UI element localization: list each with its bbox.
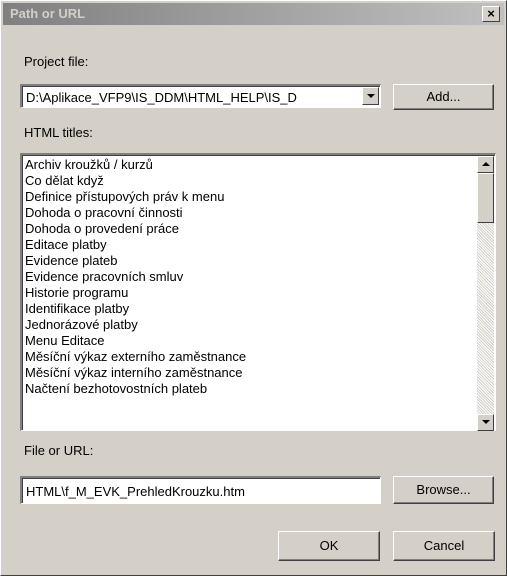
list-item[interactable]: Menu Editace xyxy=(24,333,344,349)
ok-button[interactable]: OK xyxy=(278,531,380,561)
project-file-value: D:\Aplikace_VFP9\IS_DDM\HTML_HELP\IS_D xyxy=(26,90,297,105)
list-item[interactable]: Měsíční výkaz externího zaměstnance xyxy=(24,349,344,365)
path-or-url-dialog: Path or URL × Project file: D:\Aplikace_… xyxy=(0,0,507,576)
list-item[interactable]: Editace platby xyxy=(24,237,344,253)
file-or-url-input[interactable]: HTML\f_M_EVK_PrehledKrouzku.htm xyxy=(20,476,381,504)
project-file-combobox[interactable]: D:\Aplikace_VFP9\IS_DDM\HTML_HELP\IS_D xyxy=(20,84,381,108)
file-or-url-value: HTML\f_M_EVK_PrehledKrouzku.htm xyxy=(26,484,245,499)
html-titles-items: Archiv kroužků / kurzů Co dělat když Defin… xyxy=(24,157,344,397)
add-button[interactable]: Add... xyxy=(393,84,494,110)
scroll-down-button[interactable] xyxy=(477,414,494,431)
chevron-down-icon xyxy=(482,420,490,424)
list-item[interactable]: Měsíční výkaz interního zaměstnance xyxy=(24,365,344,381)
list-item[interactable]: Archiv kroužků / kurzů xyxy=(24,157,344,173)
titles-scrollbar[interactable] xyxy=(477,156,494,431)
title-bar[interactable]: Path or URL × xyxy=(3,3,504,25)
list-item[interactable]: Dohoda o provedení práce xyxy=(24,221,344,237)
scroll-thumb[interactable] xyxy=(477,173,494,223)
list-item[interactable]: Dohoda o pracovní činnosti xyxy=(24,205,344,221)
browse-button[interactable]: Browse... xyxy=(393,476,494,504)
list-item[interactable]: Evidence pracovních smluv xyxy=(24,269,344,285)
close-button[interactable]: × xyxy=(482,6,500,22)
file-or-url-label: File or URL: xyxy=(24,443,94,458)
html-titles-listbox[interactable]: Archiv kroužků / kurzů Co dělat když Defin… xyxy=(20,153,496,431)
chevron-down-icon xyxy=(367,94,375,98)
list-item[interactable]: Co dělat když xyxy=(24,173,344,189)
html-titles-label: HTML titles: xyxy=(24,125,93,140)
list-item[interactable]: Evidence plateb xyxy=(24,253,344,269)
chevron-up-icon xyxy=(482,162,490,166)
list-item[interactable]: Identifikace platby xyxy=(24,301,344,317)
window-title: Path or URL xyxy=(10,6,86,21)
close-icon: × xyxy=(487,6,495,21)
scroll-up-button[interactable] xyxy=(477,156,494,173)
list-item[interactable]: Definice přístupových práv k menu xyxy=(24,189,344,205)
project-file-label: Project file: xyxy=(24,54,89,69)
cancel-button[interactable]: Cancel xyxy=(393,531,495,561)
list-item[interactable]: Historie programu xyxy=(24,285,344,301)
project-file-dropdown-button[interactable] xyxy=(362,87,379,105)
list-item[interactable]: Jednorázové platby xyxy=(24,317,344,333)
list-item[interactable]: Načtení bezhotovostních plateb xyxy=(24,381,344,397)
